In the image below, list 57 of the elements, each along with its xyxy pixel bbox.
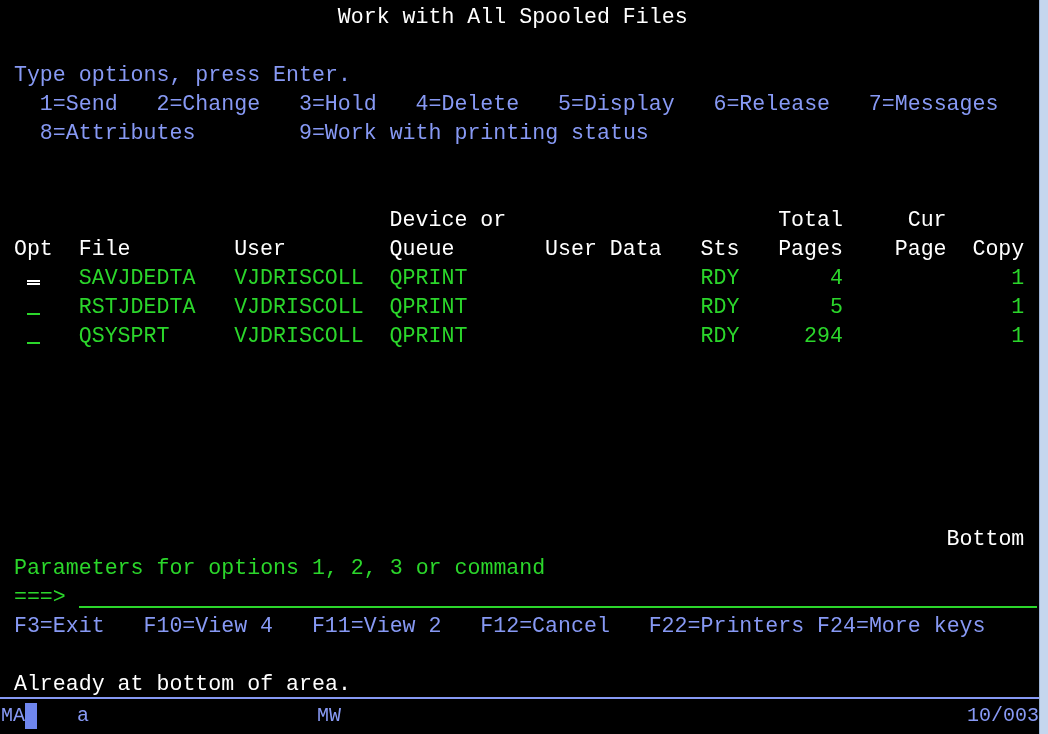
option-legend: 4=Delete xyxy=(415,90,520,119)
cursor-position: 10/003 xyxy=(967,704,1039,727)
column-header: Copy xyxy=(972,236,1025,263)
column-header: Pages xyxy=(778,236,843,263)
copy-count: 1 xyxy=(1011,323,1025,350)
function-key[interactable]: F3=Exit xyxy=(13,612,105,641)
column-header: User Data xyxy=(545,236,662,263)
column-header: Total xyxy=(778,207,843,234)
status-item: MW xyxy=(317,704,342,727)
function-key[interactable]: F12=Cancel xyxy=(480,612,610,641)
status-indicator: MA xyxy=(1,704,25,727)
status-text: RDY xyxy=(700,294,740,321)
function-key[interactable]: F11=View 2 xyxy=(311,612,442,641)
cursor-block-icon xyxy=(25,702,37,729)
function-key[interactable]: F24=More keys xyxy=(817,612,986,641)
total-pages: 4 xyxy=(830,265,843,292)
user-name: VJDRISCOLL xyxy=(234,265,364,292)
function-key[interactable]: F22=Printers xyxy=(648,612,805,641)
user-name: VJDRISCOLL xyxy=(234,294,364,321)
message-text: Already at bottom of area. xyxy=(13,671,351,698)
function-key[interactable]: F10=View 4 xyxy=(143,612,274,641)
option-legend: 2=Change xyxy=(156,90,261,119)
position-text: Bottom xyxy=(946,526,1025,553)
column-header: User xyxy=(234,236,286,263)
total-pages: 294 xyxy=(804,323,843,350)
command-prompt: ===> xyxy=(13,584,66,611)
option-legend: 8=Attributes xyxy=(39,119,196,148)
column-header: File xyxy=(78,236,131,263)
column-header: Sts xyxy=(700,236,740,263)
queue-name: QPRINT xyxy=(389,323,468,350)
column-header: Device or xyxy=(389,207,507,234)
total-pages: 5 xyxy=(830,294,843,321)
status-item: a xyxy=(77,704,90,727)
column-header: Cur xyxy=(907,207,947,234)
parameters-label: Parameters for options 1, 2, 3 or command xyxy=(13,555,546,582)
file-name: QSYSPRT xyxy=(78,323,170,350)
option-legend: 5=Display xyxy=(558,90,675,119)
status-text: RDY xyxy=(700,265,740,292)
option-legend: 9=Work with printing status xyxy=(298,119,649,148)
user-name: VJDRISCOLL xyxy=(234,323,364,350)
column-header: Queue xyxy=(389,236,455,263)
column-header: Page xyxy=(894,236,947,263)
option-legend: 6=Release xyxy=(713,90,831,119)
queue-name: QPRINT xyxy=(389,265,468,292)
option-legend: 3=Hold xyxy=(298,90,377,119)
instructions-text: Type options, press Enter. xyxy=(13,62,351,89)
status-text: RDY xyxy=(700,323,740,350)
file-name: SAVJDEDTA xyxy=(78,265,196,292)
option-legend: 7=Messages xyxy=(868,90,999,119)
copy-count: 1 xyxy=(1011,265,1025,292)
copy-count: 1 xyxy=(1011,294,1025,321)
queue-name: QPRINT xyxy=(389,294,468,321)
option-legend: 1=Send xyxy=(39,90,118,119)
file-name: RSTJDEDTA xyxy=(78,294,196,321)
screen-title: Work with All Spooled Files xyxy=(337,4,688,31)
column-header: Opt xyxy=(13,236,53,263)
scrollbar[interactable] xyxy=(1039,0,1048,734)
